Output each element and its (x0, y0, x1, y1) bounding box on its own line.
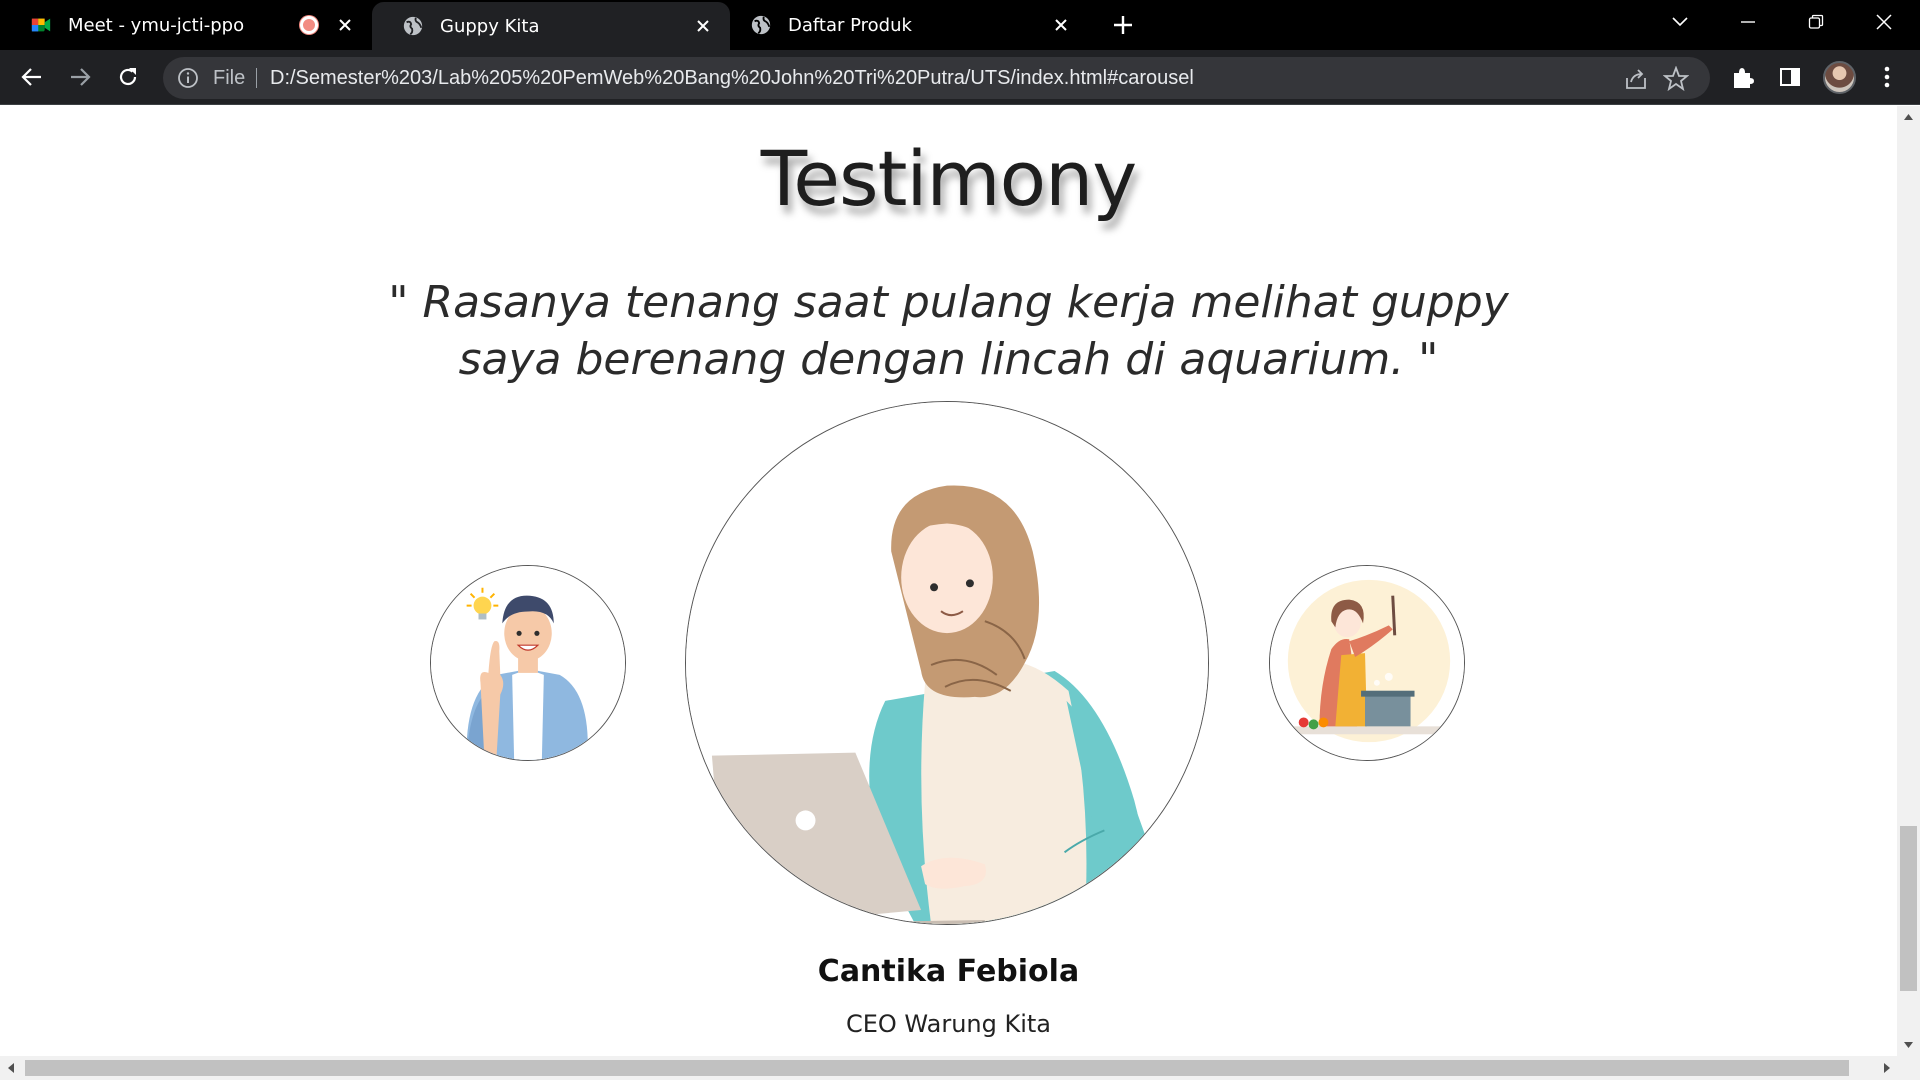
tab-meet[interactable]: Meet - ymu-jcti-ppo (0, 0, 372, 50)
testimonial-quote: " Rasanya tenang saat pulang kerja melih… (388, 277, 1509, 385)
scroll-left-arrow-icon[interactable] (2, 1056, 22, 1080)
info-icon[interactable] (177, 67, 199, 89)
extensions-button[interactable] (1728, 62, 1758, 92)
woman-cooking-illustration (1270, 566, 1464, 760)
scroll-right-arrow-icon[interactable] (1876, 1056, 1896, 1080)
share-icon[interactable] (1623, 66, 1649, 92)
side-panel-icon (1780, 68, 1800, 86)
scroll-up-arrow-icon[interactable] (1897, 108, 1920, 126)
forward-button[interactable] (61, 58, 99, 96)
section-heading: Testimony (760, 134, 1137, 223)
tab-title: Meet - ymu-jcti-ppo (68, 14, 245, 36)
man-idea-illustration (431, 566, 625, 760)
arrow-left-icon (21, 68, 41, 86)
back-button[interactable] (13, 58, 51, 96)
tab-daftar-produk[interactable]: Daftar Produk (730, 0, 1088, 50)
new-tab-button[interactable] (1106, 8, 1140, 42)
tab-guppy-kita[interactable]: Guppy Kita (372, 2, 730, 50)
restore-button[interactable] (1784, 0, 1848, 44)
close-tab-icon[interactable] (330, 10, 360, 40)
arrow-right-icon (71, 68, 91, 86)
tab-title: Guppy Kita (440, 15, 540, 37)
close-icon (1876, 14, 1892, 30)
testimonial-role: CEO Warung Kita (845, 1010, 1052, 1038)
tab-title: Daftar Produk (788, 14, 912, 36)
reload-button[interactable] (109, 58, 147, 96)
testimonial-photo (685, 401, 1209, 925)
plus-icon (1114, 16, 1132, 34)
chevron-down-icon (1672, 17, 1688, 27)
bookmark-star-icon[interactable] (1663, 66, 1689, 92)
globe-icon (751, 15, 771, 35)
close-tab-icon[interactable] (688, 11, 718, 41)
testimonial-name: Cantika Febiola (817, 954, 1080, 989)
kebab-menu-icon (1884, 66, 1890, 88)
menu-button[interactable] (1872, 62, 1902, 92)
close-window-button[interactable] (1852, 0, 1916, 44)
horizontal-scroll-thumb[interactable] (25, 1060, 1849, 1076)
tab-strip: Meet - ymu-jcti-ppo Guppy Kita Daftar Pr… (0, 0, 1920, 50)
omnibox-divider (256, 68, 257, 88)
minimize-icon (1741, 21, 1755, 23)
google-meet-icon (31, 18, 51, 32)
profile-avatar[interactable] (1823, 61, 1856, 94)
browser-toolbar: File D:/Semester%203/Lab%205%20PemWeb%20… (0, 50, 1920, 105)
url-text[interactable]: D:/Semester%203/Lab%205%20PemWeb%20Bang%… (270, 57, 1194, 99)
close-tab-icon[interactable] (1046, 10, 1076, 40)
side-panel-button[interactable] (1775, 62, 1805, 92)
url-scheme-label: File (213, 67, 246, 89)
address-bar[interactable]: File D:/Semester%203/Lab%205%20PemWeb%20… (163, 57, 1710, 99)
restore-icon (1808, 14, 1824, 29)
tab-search-button[interactable] (1648, 0, 1712, 44)
woman-laptop-illustration (686, 402, 1208, 924)
testimony-section: Testimony " Rasanya tenang saat pulang k… (0, 106, 1897, 1056)
minimize-button[interactable] (1716, 0, 1780, 44)
testimonial-thumbnail-prev[interactable] (430, 565, 626, 761)
puzzle-icon (1734, 68, 1754, 88)
recording-indicator-icon (300, 16, 318, 34)
scroll-down-arrow-icon[interactable] (1897, 1036, 1920, 1054)
reload-icon (119, 68, 137, 86)
testimonial-thumbnail-next[interactable] (1269, 565, 1465, 761)
globe-icon (403, 16, 423, 36)
vertical-scroll-thumb[interactable] (1900, 826, 1917, 991)
